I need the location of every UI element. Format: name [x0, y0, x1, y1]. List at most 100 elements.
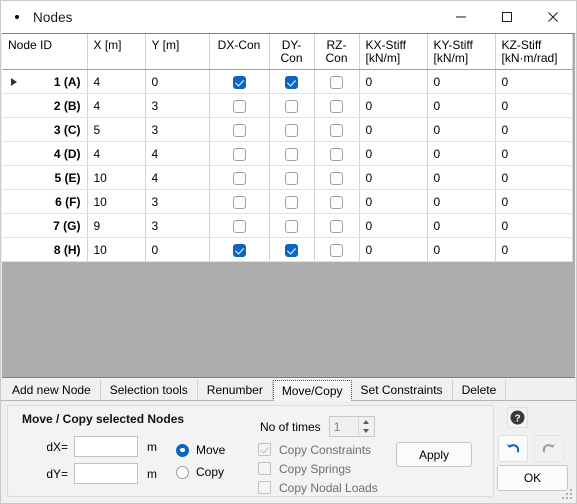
- checkbox-unchecked-icon[interactable]: [285, 99, 298, 113]
- minimize-button[interactable]: [438, 1, 484, 33]
- cell-rz-con[interactable]: [314, 165, 360, 190]
- cell-kx-stiff[interactable]: 0: [359, 117, 428, 142]
- table-row[interactable]: 4 (D) 4 4 0 0 0: [2, 141, 573, 166]
- cell-kz-stiff[interactable]: 0: [495, 69, 573, 94]
- radio-unselected-icon[interactable]: [176, 465, 189, 479]
- radio-move[interactable]: Move: [176, 439, 225, 461]
- table-row[interactable]: 8 (H) 10 0 0 0 0: [2, 237, 573, 262]
- checkbox-unchecked-icon[interactable]: [285, 123, 298, 137]
- dx-input[interactable]: [74, 436, 138, 457]
- cell-kz-stiff[interactable]: 0: [495, 93, 573, 118]
- checkbox-unchecked-icon[interactable]: [232, 123, 246, 137]
- column-header-kz-stiff[interactable]: KZ-Stiff [kN·m/rad]: [495, 34, 573, 70]
- checkbox-unchecked-icon[interactable]: [330, 243, 343, 257]
- dy-input[interactable]: [74, 463, 138, 484]
- checkbox-unchecked-icon[interactable]: [285, 147, 298, 161]
- undo-button[interactable]: [498, 435, 528, 462]
- checkbox-unchecked-icon[interactable]: [232, 195, 246, 209]
- cell-node-id[interactable]: 4 (D): [2, 141, 88, 166]
- cell-dx-con[interactable]: [209, 189, 270, 214]
- cell-x[interactable]: 4: [87, 141, 146, 166]
- cell-ky-stiff[interactable]: 0: [427, 165, 496, 190]
- checkbox-checked-icon[interactable]: [285, 75, 298, 89]
- checkbox-unchecked-icon[interactable]: [330, 219, 343, 233]
- cell-y[interactable]: 3: [145, 93, 210, 118]
- cell-kx-stiff[interactable]: 0: [359, 69, 428, 94]
- checkbox-unchecked-icon[interactable]: [330, 195, 343, 209]
- stepper-up-button[interactable]: [359, 417, 374, 427]
- checkbox-unchecked-icon[interactable]: [232, 171, 246, 185]
- cell-ky-stiff[interactable]: 0: [427, 237, 496, 262]
- cell-ky-stiff[interactable]: 0: [427, 141, 496, 166]
- cell-dx-con[interactable]: [209, 213, 270, 238]
- tab-set-constraints[interactable]: Set Constraints: [351, 380, 453, 400]
- cell-y[interactable]: 3: [145, 213, 210, 238]
- cell-kz-stiff[interactable]: 0: [495, 237, 573, 262]
- checkbox-checked-icon[interactable]: [232, 75, 246, 89]
- stepper-down-button[interactable]: [359, 427, 374, 437]
- cell-ky-stiff[interactable]: 0: [427, 93, 496, 118]
- cell-kx-stiff[interactable]: 0: [359, 213, 428, 238]
- tab-delete[interactable]: Delete: [452, 380, 507, 400]
- cell-kx-stiff[interactable]: 0: [359, 93, 428, 118]
- help-button[interactable]: ?: [507, 407, 528, 428]
- cell-dx-con[interactable]: [209, 237, 270, 262]
- maximize-button[interactable]: [484, 1, 530, 33]
- cell-x[interactable]: 9: [87, 213, 146, 238]
- cell-ky-stiff[interactable]: 0: [427, 189, 496, 214]
- table-row[interactable]: 7 (G) 9 3 0 0 0: [2, 213, 573, 238]
- cell-ky-stiff[interactable]: 0: [427, 213, 496, 238]
- cell-dy-con[interactable]: [269, 165, 315, 190]
- checkbox-unchecked-icon[interactable]: [285, 171, 298, 185]
- checkbox-unchecked-icon[interactable]: [330, 147, 343, 161]
- table-row[interactable]: 3 (C) 5 3 0 0 0: [2, 117, 573, 142]
- column-header-dx-con[interactable]: DX-Con: [209, 34, 270, 70]
- cell-node-id[interactable]: 1 (A): [2, 69, 88, 94]
- cell-dy-con[interactable]: [269, 237, 315, 262]
- table-row[interactable]: 1 (A) 4 0 0 0 0: [2, 69, 573, 94]
- cell-rz-con[interactable]: [314, 69, 360, 94]
- cell-y[interactable]: 0: [145, 69, 210, 94]
- nodes-table-area[interactable]: Node ID X [m] Y [m] DX-Con DY-Con RZ-Con KX-St…: [2, 33, 575, 378]
- cell-kz-stiff[interactable]: 0: [495, 165, 573, 190]
- cell-dx-con[interactable]: [209, 93, 270, 118]
- cell-x[interactable]: 10: [87, 189, 146, 214]
- cell-x[interactable]: 10: [87, 165, 146, 190]
- cell-node-id[interactable]: 5 (E): [2, 165, 88, 190]
- checkbox-unchecked-icon[interactable]: [232, 147, 246, 161]
- cell-dx-con[interactable]: [209, 141, 270, 166]
- cell-kz-stiff[interactable]: 0: [495, 213, 573, 238]
- cell-dy-con[interactable]: [269, 189, 315, 214]
- cell-node-id[interactable]: 7 (G): [2, 213, 88, 238]
- column-header-node-id[interactable]: Node ID: [2, 34, 88, 70]
- resize-grip[interactable]: [562, 489, 574, 501]
- cell-kx-stiff[interactable]: 0: [359, 189, 428, 214]
- table-row[interactable]: 5 (E) 10 4 0 0 0: [2, 165, 573, 190]
- cell-node-id[interactable]: 3 (C): [2, 117, 88, 142]
- checkbox-checked-icon[interactable]: [285, 243, 298, 257]
- cell-ky-stiff[interactable]: 0: [427, 69, 496, 94]
- cell-ky-stiff[interactable]: 0: [427, 117, 496, 142]
- cell-x[interactable]: 5: [87, 117, 146, 142]
- column-header-y-m[interactable]: Y [m]: [145, 34, 210, 70]
- radio-copy[interactable]: Copy: [176, 461, 225, 483]
- checkbox-checked-icon[interactable]: [232, 243, 246, 257]
- cell-node-id[interactable]: 2 (B): [2, 93, 88, 118]
- checkbox-unchecked-icon[interactable]: [232, 219, 246, 233]
- tab-renumber[interactable]: Renumber: [197, 380, 273, 400]
- close-button[interactable]: [530, 1, 576, 33]
- table-row[interactable]: 6 (F) 10 3 0 0 0: [2, 189, 573, 214]
- checkbox-unchecked-icon[interactable]: [330, 123, 343, 137]
- column-header-dy-con[interactable]: DY-Con: [269, 34, 315, 70]
- cell-y[interactable]: 0: [145, 237, 210, 262]
- tab-add-new-node[interactable]: Add new Node: [3, 380, 101, 400]
- cell-dx-con[interactable]: [209, 165, 270, 190]
- checkbox-unchecked-icon[interactable]: [285, 195, 298, 209]
- checkbox-unchecked-icon[interactable]: [285, 219, 298, 233]
- cell-rz-con[interactable]: [314, 117, 360, 142]
- table-row[interactable]: 2 (B) 4 3 0 0 0: [2, 93, 573, 118]
- cell-rz-con[interactable]: [314, 93, 360, 118]
- cell-kx-stiff[interactable]: 0: [359, 165, 428, 190]
- cell-rz-con[interactable]: [314, 237, 360, 262]
- cell-kz-stiff[interactable]: 0: [495, 189, 573, 214]
